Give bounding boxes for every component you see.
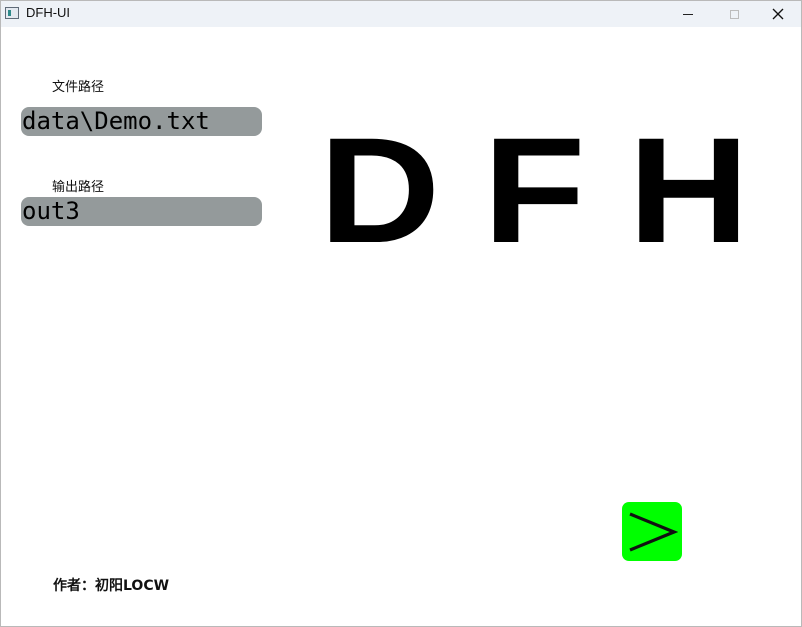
- minimize-button[interactable]: [665, 1, 711, 27]
- file-path-label: 文件路径: [52, 80, 105, 95]
- output-path-field[interactable]: out3: [21, 197, 262, 226]
- title-bar[interactable]: DFH-UI: [1, 1, 801, 27]
- app-window-icon: [5, 7, 19, 19]
- window-title: DFH-UI: [26, 5, 71, 20]
- output-path-value[interactable]: out3: [22, 197, 80, 226]
- next-button[interactable]: [622, 502, 682, 561]
- maximize-button[interactable]: [711, 1, 757, 27]
- maximize-icon: [729, 9, 739, 19]
- close-button[interactable]: [755, 1, 801, 27]
- output-path-label: 输出路径: [52, 180, 105, 195]
- file-path-field[interactable]: data\Demo.txt: [21, 107, 262, 136]
- file-path-value[interactable]: data\Demo.txt: [22, 107, 210, 136]
- author-credit: 作者：初阳LOCW: [53, 578, 170, 594]
- minimize-icon: [683, 13, 693, 15]
- chevron-right-icon: [629, 512, 678, 551]
- app-window: DFH-UI 文件路径 data\Demo.txt 输出路径 out3 DFH …: [0, 0, 802, 627]
- dfh-logo: DFH: [319, 106, 792, 274]
- close-icon: [772, 8, 784, 20]
